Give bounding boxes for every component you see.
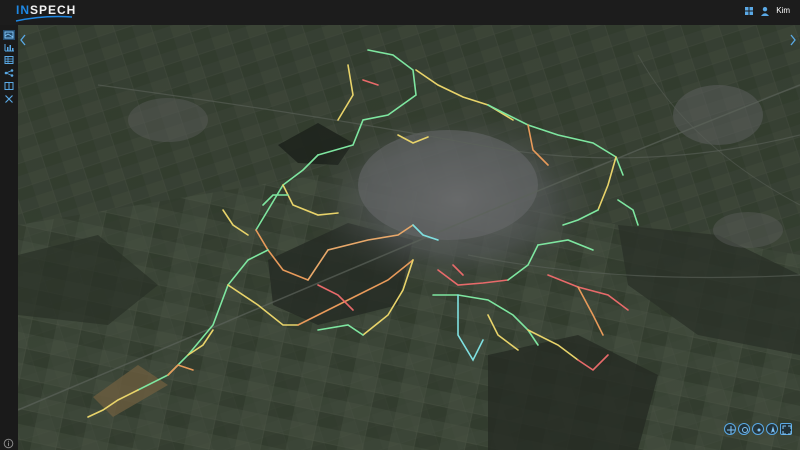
chart-icon[interactable] (3, 42, 15, 52)
map-navigation-controls (724, 423, 792, 435)
tools-icon[interactable] (3, 94, 15, 104)
fullscreen-icon[interactable] (780, 423, 792, 435)
map-viewport[interactable] (18, 25, 800, 450)
sidebar (0, 25, 18, 450)
grid-icon[interactable] (744, 6, 754, 16)
collapse-left-panel-icon[interactable] (18, 32, 28, 48)
header-actions: Kim (744, 6, 790, 16)
compare-icon[interactable] (3, 81, 15, 91)
collapse-right-panel-icon[interactable] (788, 32, 798, 48)
town-area (128, 98, 208, 142)
town-area (713, 212, 783, 248)
logo-swoosh-icon (15, 15, 73, 22)
map-view-icon[interactable] (3, 30, 15, 40)
compass-icon[interactable] (738, 423, 750, 435)
info-icon[interactable] (3, 438, 14, 449)
user-name[interactable]: Kim (776, 6, 790, 16)
table-icon[interactable] (3, 55, 15, 65)
industrial-area (673, 85, 763, 145)
network-icon[interactable] (3, 68, 15, 78)
top-bar: INSPECH Kim (0, 0, 800, 25)
user-icon[interactable] (760, 6, 770, 16)
move-icon[interactable] (724, 423, 736, 435)
north-icon[interactable] (766, 423, 778, 435)
city-center (358, 130, 538, 240)
satellite-map[interactable] (18, 25, 800, 450)
globe-icon[interactable] (752, 423, 764, 435)
